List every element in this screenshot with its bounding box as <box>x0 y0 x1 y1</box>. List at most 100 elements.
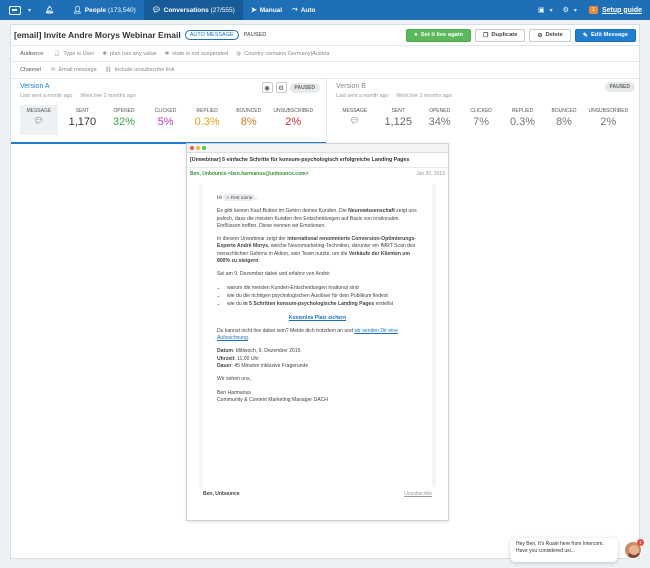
stat-value: 2% <box>285 116 302 128</box>
edit-message-button[interactable]: ✎ Edit Message <box>574 28 636 42</box>
stat-replied[interactable]: REPLIED 0.3% <box>502 105 543 135</box>
greeting-end: , <box>255 195 257 201</box>
person-icon: 👤︎ <box>72 7 82 14</box>
circle-icon: ◉ <box>264 84 270 92</box>
chevron-down-icon[interactable]: ▾ <box>28 7 31 14</box>
stat-value: 7% <box>473 116 490 128</box>
nav-manual[interactable]: ➤ Manual <box>243 0 290 20</box>
text: Du kannst nicht live dabei sein? Melde d… <box>217 327 355 334</box>
auto-icon: ⤳ <box>292 6 298 13</box>
text: In diesem Unwebinar zeigt der <box>217 236 288 243</box>
channel-item-text: Email message <box>58 67 97 73</box>
maximize-dot-icon <box>202 146 206 150</box>
notifications-button[interactable]: 🔔︎ <box>37 0 65 20</box>
stat-opened[interactable]: OPENED 34% <box>419 105 460 135</box>
tag-icon: ✱ <box>164 50 170 57</box>
stat-label: BOUNCED <box>236 108 262 114</box>
stat-unsubscribed[interactable]: UNSUBSCRIBED 2% <box>585 105 632 135</box>
circle-x-icon: ⊘ <box>537 32 543 39</box>
edit-message-label: Edit Message <box>590 32 628 38</box>
stat-value: 1,125 <box>384 116 412 128</box>
version-title: Version B <box>336 83 366 90</box>
version-b-card[interactable]: Version B Last sent a month ago Went live… <box>326 79 641 144</box>
nav-conversations[interactable]: 💬︎ Conversations (27/555) <box>143 0 243 20</box>
delete-button[interactable]: ⊘ Delete <box>529 28 571 42</box>
detail-value: : Mittwoch, 9. Dezember 2015 <box>232 348 301 355</box>
email-body: Hi ›› First name, Es gibt keinen Kauf-Bu… <box>203 184 432 487</box>
chat-popup[interactable]: Hey Ben, It's Ruairi here from Intercom.… <box>510 538 618 562</box>
stat-message[interactable]: MESSAGE 💬︎ <box>336 105 373 135</box>
email-footer: Ben, Unbounce Unsubscribe <box>187 487 448 501</box>
unsubscribe-link[interactable]: Unsubscribe <box>404 491 432 497</box>
detail-label: Uhrzeit <box>217 355 235 362</box>
audience-row: Audience 👤︎ Type is User ✱ plan has any va… <box>11 45 639 61</box>
stat-clicked[interactable]: CLICKED 7% <box>460 105 501 135</box>
audience-filter: ✱ state is not suspended <box>165 51 229 57</box>
title-row: [email] Invite Andre Morys Webinar Email… <box>11 25 639 45</box>
text: . <box>247 335 250 342</box>
stat-label: UNSUBSCRIBED <box>273 108 314 114</box>
stat-label: MESSAGE <box>26 108 52 114</box>
nav-auto[interactable]: ⤳ Auto <box>290 0 323 20</box>
stat-value: 34% <box>428 116 451 128</box>
version-a-card[interactable]: Version A Last sent a month ago Went live… <box>11 79 326 144</box>
intercom-logo[interactable] <box>4 0 26 20</box>
paragraph: In diesem Unwebinar zeigt der internatio… <box>217 236 418 265</box>
duplicate-label: Duplicate <box>491 32 518 38</box>
stat-opened[interactable]: OPENED 32% <box>103 105 145 135</box>
chat-bubble-icon: 💬︎ <box>33 116 44 125</box>
email-preview: [Unwebinar] 5 einfache Schritte für kons… <box>186 143 449 521</box>
last-sent-text: Last sent a month ago <box>20 93 73 99</box>
user-icon: 👤︎ <box>53 50 61 57</box>
set-live-button[interactable]: ● Set it live again <box>406 28 471 42</box>
text-bold: Neurowissenschaft <box>348 208 395 215</box>
channel-item: ⛓ Include unsubscribe link <box>105 67 175 73</box>
stat-label: BOUNCED <box>551 108 577 114</box>
greeting: Hi ›› First name, <box>217 194 418 202</box>
version-controls: ◉ ⚙ PAUSED <box>261 82 320 93</box>
stat-sent[interactable]: SENT 1,125 <box>377 105 418 135</box>
went-live-text: Went live 2 months ago <box>80 93 136 99</box>
email-subject: [Unwebinar] 5 einfache Schritte für kons… <box>187 153 448 168</box>
duplicate-button[interactable]: ❐ Duplicate <box>474 28 526 42</box>
register-link[interactable]: Kostenlos Platz sichern <box>289 315 346 321</box>
channel-row: Channel ✉ Email message ⛓ Include unsubscr… <box>11 61 639 78</box>
chevron-down-icon[interactable]: ▾ <box>574 7 577 14</box>
version-meta: Last sent a month ago Went live 2 months … <box>20 93 317 99</box>
first-name-placeholder[interactable]: ›› First name <box>223 194 256 202</box>
chat-bubble-icon: 💬︎ <box>151 7 161 14</box>
setup-badge: 1 <box>588 6 598 14</box>
stat-sent[interactable]: SENT 1,170 <box>62 105 104 135</box>
setup-guide-link[interactable]: Setup guide <box>602 7 642 14</box>
audience-filter: ✱ plan has any value <box>102 51 156 57</box>
play-version-button[interactable]: ◉ <box>261 82 273 93</box>
detail-value: : 45 Minuten inklusive Fragerunde <box>231 363 309 370</box>
closing: Wir sehen uns, <box>217 376 251 383</box>
stat-message[interactable]: MESSAGE 💬︎ <box>20 105 58 135</box>
minimize-dot-icon <box>196 146 200 150</box>
gear-icon[interactable]: ⚙ <box>563 6 569 14</box>
stat-replied[interactable]: REPLIED 0.3% <box>186 105 228 135</box>
audience-label: Audience <box>20 50 44 57</box>
nav-people[interactable]: 👤︎ People (173,540) <box>65 0 144 20</box>
signature-name: Ben Harmanus <box>217 389 251 396</box>
went-live-text: Went live 2 months ago <box>396 93 452 99</box>
channel-item: ✉ Email message <box>51 67 97 73</box>
greeting-text: Hi <box>217 195 222 201</box>
version-settings-button[interactable]: ⚙ <box>275 82 287 93</box>
stat-bounced[interactable]: BOUNCED 8% <box>228 105 270 135</box>
nav-people-count: (173,540) <box>107 6 136 14</box>
avatar-face <box>629 545 639 555</box>
stat-clicked[interactable]: CLICKED 5% <box>145 105 187 135</box>
stat-label: REPLIED <box>196 108 218 114</box>
inbox-icon[interactable]: ▣ <box>538 6 545 14</box>
stat-label: SENT <box>75 108 90 114</box>
chat-bubble-icon: 💬︎ <box>349 116 360 125</box>
bullet-list: warum die meisten Kunden-Entscheidungen … <box>227 285 418 309</box>
play-icon: ● <box>414 32 418 38</box>
stat-bounced[interactable]: BOUNCED 8% <box>543 105 584 135</box>
list-item: wie du die richtigen psychologischen Aus… <box>227 293 418 300</box>
auto-message-badge: AUTO MESSAGE <box>184 30 239 40</box>
stat-unsubscribed[interactable]: UNSUBSCRIBED 2% <box>270 105 318 135</box>
chevron-down-icon[interactable]: ▾ <box>550 7 553 14</box>
